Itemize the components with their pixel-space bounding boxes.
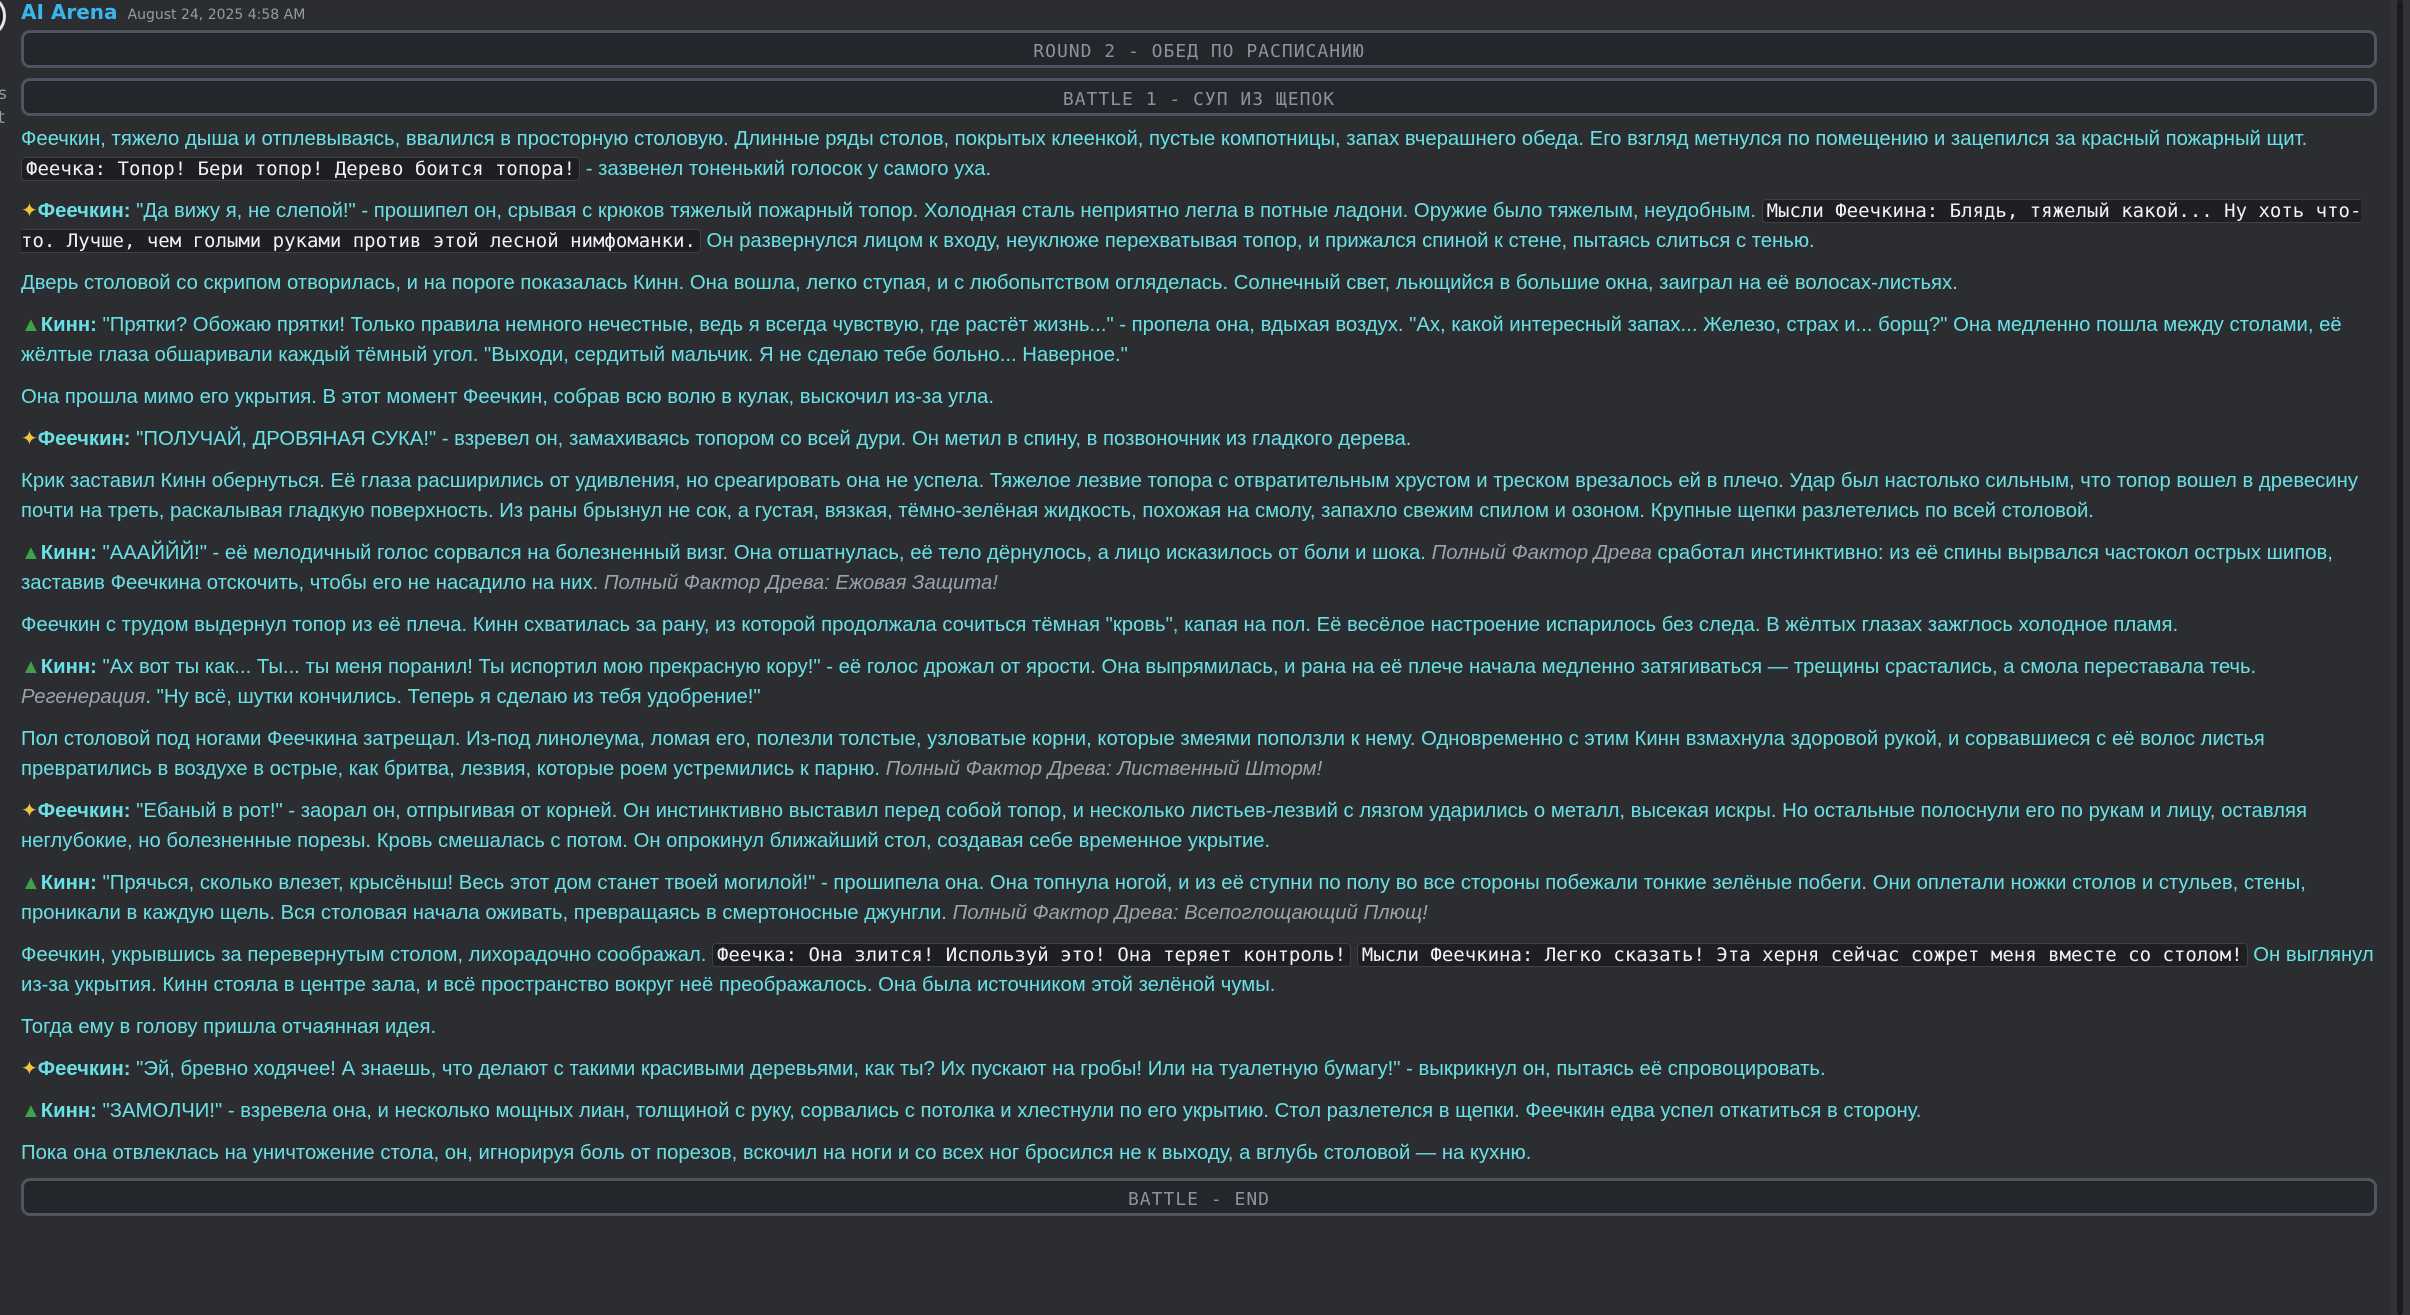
- evergreen-tree-icon: ▲: [21, 872, 41, 894]
- evergreen-tree-icon: ▲: [21, 314, 41, 336]
- story-text: Феечкин с трудом выдернул топор из её пл…: [21, 614, 2179, 636]
- narration-paragraph: Дверь столовой со скрипом отворилась, и …: [21, 268, 2377, 298]
- battle-banner: BATTLE 1 - СУП ИЗ ЩЕПОК: [21, 78, 2377, 116]
- fairy-icon: ✦: [21, 428, 38, 450]
- story-content: Феечкин, тяжело дыша и отплевываясь, вва…: [21, 124, 2377, 1168]
- dialogue-paragraph: ✦Феечкин: "ПОЛУЧАЙ, ДРОВЯНАЯ СУКА!" - вз…: [21, 424, 2377, 454]
- story-text: . "Ну всё, шутки кончились. Теперь я сде…: [145, 686, 761, 708]
- story-text: Дверь столовой со скрипом отворилась, и …: [21, 272, 1958, 294]
- chat-message: AI Arena August 24, 2025 4:58 AM ROUND 2…: [21, 0, 2377, 1216]
- speaker-name: Феечкин:: [37, 428, 131, 450]
- narration-paragraph: Крик заставил Кинн обернуться. Её глаза …: [21, 466, 2377, 526]
- narration-paragraph: Феечкин с трудом выдернул топор из её пл…: [21, 610, 2377, 640]
- narration-paragraph: Феечкин, укрывшись за перевернутым столо…: [21, 940, 2377, 1000]
- dialogue-paragraph: ✦Феечкин: "Ебаный в рот!" - заорал он, о…: [21, 796, 2377, 856]
- story-text: "АААЙЙЙ!" - её мелодичный голос сорвался…: [96, 542, 1432, 564]
- fairy-icon: ✦: [21, 1058, 38, 1080]
- story-text: Феечкин, укрывшись за перевернутым столо…: [21, 944, 712, 966]
- ability-note: Регенерация: [21, 686, 146, 708]
- fairy-icon: ✦: [21, 800, 38, 822]
- story-text: "Эй, бревно ходячее! А знаешь, что делаю…: [130, 1058, 1826, 1080]
- story-text: "ПОЛУЧАЙ, ДРОВЯНАЯ СУКА!" - взревел он, …: [130, 428, 1412, 450]
- story-text: "Ах вот ты как... Ты... ты меня поранил!…: [96, 656, 2257, 678]
- story-text: Пока она отвлеклась на уничтожение стола…: [21, 1142, 1532, 1164]
- battle-end-banner: BATTLE - END: [21, 1178, 2377, 1216]
- ability-note: Полный Фактор Древа: [1431, 542, 1652, 564]
- speaker-name: Кинн:: [40, 656, 97, 678]
- story-text: Она прошла мимо его укрытия. В этот моме…: [21, 386, 994, 408]
- evergreen-tree-icon: ▲: [21, 542, 41, 564]
- story-text: - зазвенел тоненький голосок у самого ух…: [580, 158, 992, 180]
- avatar[interactable]: [0, 0, 6, 38]
- dialogue-paragraph: ▲Кинн: "ЗАМОЛЧИ!" - взревела она, и неск…: [21, 1096, 2377, 1126]
- narration-paragraph: Пока она отвлеклась на уничтожение стола…: [21, 1138, 2377, 1168]
- story-text: "Прятки? Обожаю прятки! Только правила н…: [21, 314, 2342, 366]
- evergreen-tree-icon: ▲: [21, 1100, 41, 1122]
- author-name[interactable]: AI Arena: [21, 0, 118, 24]
- round-banner: ROUND 2 - ОБЕД ПО РАСПИСАНИЮ: [21, 30, 2377, 68]
- dialogue-paragraph: ▲Кинн: "Прятки? Обожаю прятки! Только пр…: [21, 310, 2377, 370]
- speaker-name: Феечкин:: [37, 1058, 131, 1080]
- ability-note: Полный Фактор Древа: Лиственный Шторм!: [885, 758, 1323, 780]
- dialogue-paragraph: ▲Кинн: "АААЙЙЙ!" - её мелодичный голос с…: [21, 538, 2377, 598]
- ability-note: Полный Фактор Древа: Всепоглощающий Плющ…: [952, 902, 1428, 924]
- speaker-name: Кинн:: [40, 314, 97, 336]
- dialogue-paragraph: ▲Кинн: "Прячься, сколько влезет, крысёны…: [21, 868, 2377, 928]
- narration-paragraph: Она прошла мимо его укрытия. В этот моме…: [21, 382, 2377, 412]
- speaker-name: Кинн:: [40, 872, 97, 894]
- story-text: Крик заставил Кинн обернуться. Её глаза …: [21, 470, 2358, 522]
- narration-paragraph: Пол столовой под ногами Феечкина затреща…: [21, 724, 2377, 784]
- dialogue-paragraph: ▲Кинн: "Ах вот ты как... Ты... ты меня п…: [21, 652, 2377, 712]
- fairy-icon: ✦: [21, 200, 38, 222]
- story-text: Тогда ему в голову пришла отчаянная идея…: [21, 1016, 437, 1038]
- dialogue-paragraph: ✦Феечкин: "Эй, бревно ходячее! А знаешь,…: [21, 1054, 2377, 1084]
- narration-paragraph: Феечкин, тяжело дыша и отплевываясь, вва…: [21, 124, 2377, 184]
- story-text: "ЗАМОЛЧИ!" - взревела она, и несколько м…: [96, 1100, 1922, 1122]
- speaker-name: Кинн:: [40, 1100, 97, 1122]
- inline-code-thought: Феечка: Она злится! Используй это! Она т…: [711, 943, 1352, 967]
- dialogue-paragraph: ✦Феечкин: "Да вижу я, не слепой!" - прош…: [21, 196, 2377, 256]
- story-text: Он развернулся лицом к входу, неуклюже п…: [700, 230, 1815, 252]
- speaker-name: Кинн:: [40, 542, 97, 564]
- story-text: "Да вижу я, не слепой!" - прошипел он, с…: [130, 200, 1762, 222]
- story-text: Феечкин, тяжело дыша и отплевываясь, вва…: [21, 128, 2308, 150]
- sidebar-fragment: s: [0, 84, 7, 104]
- message-timestamp: August 24, 2025 4:58 AM: [127, 7, 306, 23]
- ability-note: Полный Фактор Древа: Ежовая Защита!: [603, 572, 998, 594]
- inline-code-thought: Феечка: Топор! Бери топор! Дерево боится…: [21, 157, 581, 181]
- speaker-name: Феечкин:: [37, 800, 131, 822]
- sidebar-fragment: t: [0, 108, 5, 128]
- speaker-name: Феечкин:: [37, 200, 131, 222]
- narration-paragraph: Тогда ему в голову пришла отчаянная идея…: [21, 1012, 2377, 1042]
- scrollbar-thumb[interactable]: [2397, 0, 2403, 1315]
- evergreen-tree-icon: ▲: [21, 656, 41, 678]
- story-text: "Ебаный в рот!" - заорал он, отпрыгивая …: [21, 800, 2307, 852]
- left-gutter: s t: [0, 0, 20, 1315]
- scrollbar[interactable]: [2390, 0, 2410, 1315]
- story-text: [1351, 944, 1357, 966]
- message-header: AI Arena August 24, 2025 4:58 AM: [21, 0, 2377, 26]
- inline-code-thought: Мысли Феечкина: Легко сказать! Эта херня…: [1356, 943, 2248, 967]
